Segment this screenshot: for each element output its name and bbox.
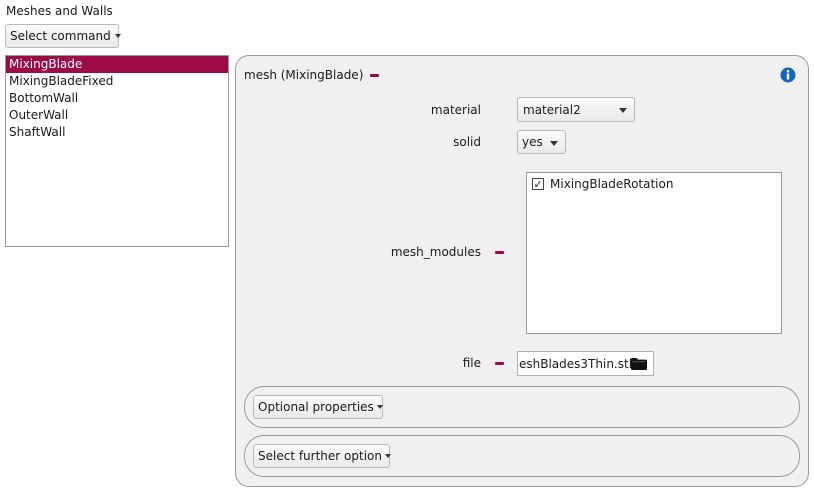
- solid-label: solid: [453, 135, 481, 149]
- file-label: file: [462, 356, 481, 370]
- material-dropdown[interactable]: material2: [517, 97, 635, 122]
- minus-icon: [494, 361, 504, 365]
- chevron-down-icon: [376, 405, 383, 409]
- mesh-header: mesh (MixingBlade): [244, 68, 364, 82]
- file-field[interactable]: eshBlades3Thin.stl: [517, 351, 654, 376]
- select-command-label: Select command: [10, 29, 111, 43]
- module-label: MixingBladeRotation: [550, 177, 674, 191]
- section-title: Meshes and Walls: [6, 4, 113, 18]
- checkmark-icon: ✓: [533, 177, 543, 191]
- chevron-down-icon: [550, 141, 558, 146]
- mesh-list-item[interactable]: OuterWall: [6, 107, 228, 124]
- info-icon[interactable]: [780, 67, 796, 83]
- optional-properties-label: Optional properties: [258, 400, 374, 414]
- minus-icon: [369, 73, 379, 77]
- mesh-list-item[interactable]: MixingBladeFixed: [6, 73, 228, 90]
- mesh-modules-list[interactable]: ✓ MixingBladeRotation: [526, 172, 782, 334]
- chevron-down-icon: [114, 34, 121, 38]
- chevron-down-icon: [384, 454, 391, 458]
- remove-mesh-modules-button[interactable]: [492, 245, 506, 259]
- mesh-module-item[interactable]: ✓ MixingBladeRotation: [532, 176, 673, 192]
- mesh-list[interactable]: MixingBlade MixingBladeFixed BottomWall Out…: [5, 55, 229, 247]
- remove-file-button[interactable]: [492, 356, 506, 370]
- solid-dropdown[interactable]: yes: [517, 130, 566, 154]
- file-value: eshBlades3Thin.stl: [519, 357, 633, 371]
- mesh-modules-label: mesh_modules: [390, 245, 481, 259]
- chevron-down-icon: [619, 108, 627, 113]
- solid-value: yes: [522, 135, 543, 149]
- material-label: material: [430, 103, 481, 117]
- select-command-dropdown[interactable]: Select command: [5, 24, 121, 48]
- material-value: material2: [523, 102, 581, 117]
- remove-mesh-button[interactable]: [367, 68, 381, 82]
- minus-icon: [494, 250, 504, 254]
- further-option-label: Select further option: [258, 449, 382, 463]
- optional-properties-dropdown[interactable]: Optional properties: [253, 395, 383, 419]
- mesh-list-item[interactable]: MixingBlade: [6, 56, 228, 73]
- mesh-list-item[interactable]: ShaftWall: [6, 124, 228, 141]
- module-checkbox[interactable]: ✓: [532, 178, 544, 190]
- mesh-list-item[interactable]: BottomWall: [6, 90, 228, 107]
- folder-icon[interactable]: [631, 358, 647, 370]
- select-further-option-dropdown[interactable]: Select further option: [253, 444, 391, 468]
